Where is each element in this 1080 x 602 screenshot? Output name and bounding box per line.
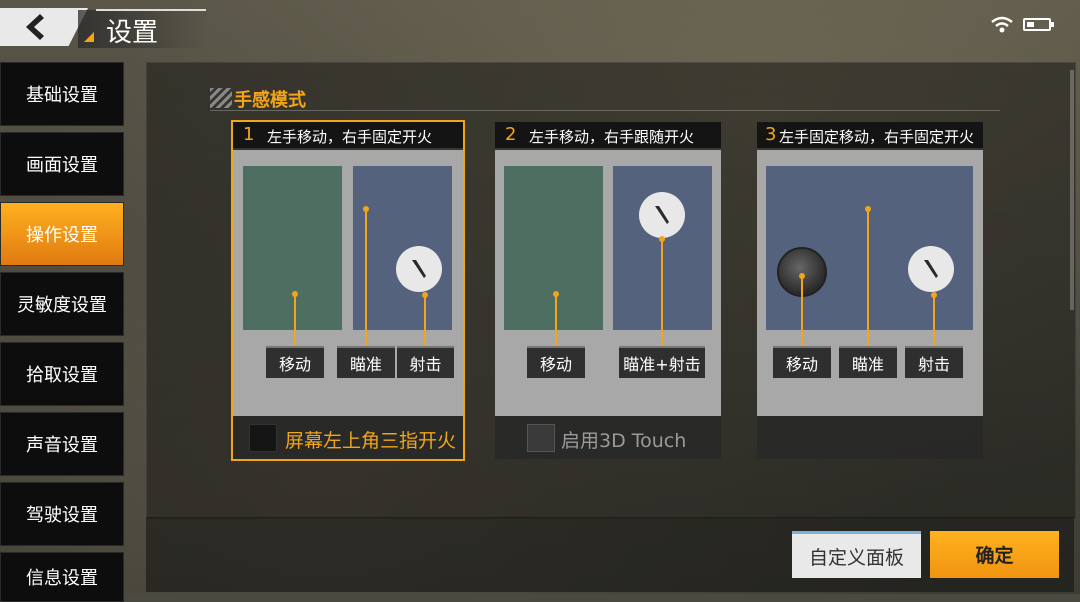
section-header: 手感模式 [210,86,1000,111]
sidebar-item-graphics[interactable]: 画面设置 [0,132,124,196]
aim-line [365,209,367,346]
move-line [294,294,296,346]
chip-aim: 瞄准 [337,346,395,378]
move-line [801,276,803,346]
sidebar-item-audio[interactable]: 声音设置 [0,412,124,476]
mode-card-header: 1 左手移动，右手固定开火 [233,122,463,148]
page-title: 设置 [106,18,159,48]
sidebar-item-sensitivity[interactable]: 灵敏度设置 [0,272,124,336]
mode-label: 左手固定移动，右手固定开火 [779,128,975,146]
chip-fire: 射击 [905,346,963,378]
fire-line [933,295,935,346]
battery-icon [1023,18,1054,31]
title-accent [84,32,94,42]
3d-touch-label: 启用3D Touch [561,430,687,452]
mode-card-2[interactable]: 2 左手移动，右手跟随开火 移动 瞄准+射击 启用3D Touch [495,122,721,459]
move-zone [504,166,603,330]
move-line [555,294,557,346]
scrollbar[interactable] [1070,70,1074,310]
aim-line [867,209,869,346]
mode-card-footer [757,416,983,459]
mode-card-header: 2 左手移动，右手跟随开火 [495,122,721,148]
mode-preview: 移动 瞄准 射击 [757,150,983,416]
mode-preview: 移动 瞄准+射击 [495,150,721,416]
chip-move: 移动 [773,346,831,378]
bullet-icon [639,192,685,238]
wifi-icon [991,16,1013,33]
mode-card-footer: 启用3D Touch [495,416,721,459]
sidebar-item-vehicle[interactable]: 驾驶设置 [0,482,124,546]
mode-card-footer: 屏幕左上角三指开火 [233,416,463,459]
top-bar: 设置 [0,0,1080,48]
chip-move: 移动 [527,346,585,378]
move-zone [243,166,342,330]
mode-card-3[interactable]: 3 左手固定移动，右手固定开火 移动 瞄准 射击 [757,122,983,459]
fire-line [424,295,426,346]
back-arrow-icon [26,14,44,40]
three-finger-label: 屏幕左上角三指开火 [285,430,457,452]
mode-label: 左手移动，右手跟随开火 [529,128,695,146]
section-stripe-icon [210,88,232,108]
back-button[interactable] [0,8,88,46]
section-title: 手感模式 [234,90,306,111]
sidebar-item-basic[interactable]: 基础设置 [0,62,124,126]
sidebar-item-pickup[interactable]: 拾取设置 [0,342,124,406]
custom-panel-button[interactable]: 自定义面板 [792,531,921,578]
mode-card-1[interactable]: 1 左手移动，右手固定开火 移动 瞄准 射击 屏幕左上角三指开火 [231,120,465,461]
confirm-button[interactable]: 确定 [930,531,1059,578]
chip-fire: 射击 [397,346,454,378]
mode-number: 3 [765,124,777,145]
bullet-icon [396,246,442,292]
mode-card-header: 3 左手固定移动，右手固定开火 [757,122,983,148]
chip-aim-fire: 瞄准+射击 [619,346,705,378]
chip-aim: 瞄准 [839,346,897,378]
aim-fire-line [661,239,663,346]
mode-preview: 移动 瞄准 射击 [233,150,463,416]
aim-zone [353,166,452,330]
3d-touch-checkbox[interactable] [527,424,555,452]
sidebar-item-info[interactable]: 信息设置 [0,552,124,602]
bullet-icon [908,246,954,292]
title-divider [96,9,206,11]
mode-number: 2 [505,124,517,145]
mode-label: 左手移动，右手固定开火 [267,128,433,146]
mode-number: 1 [243,124,255,145]
chip-move: 移动 [266,346,324,378]
sidebar-item-controls[interactable]: 操作设置 [0,202,124,266]
three-finger-checkbox[interactable] [249,424,277,452]
